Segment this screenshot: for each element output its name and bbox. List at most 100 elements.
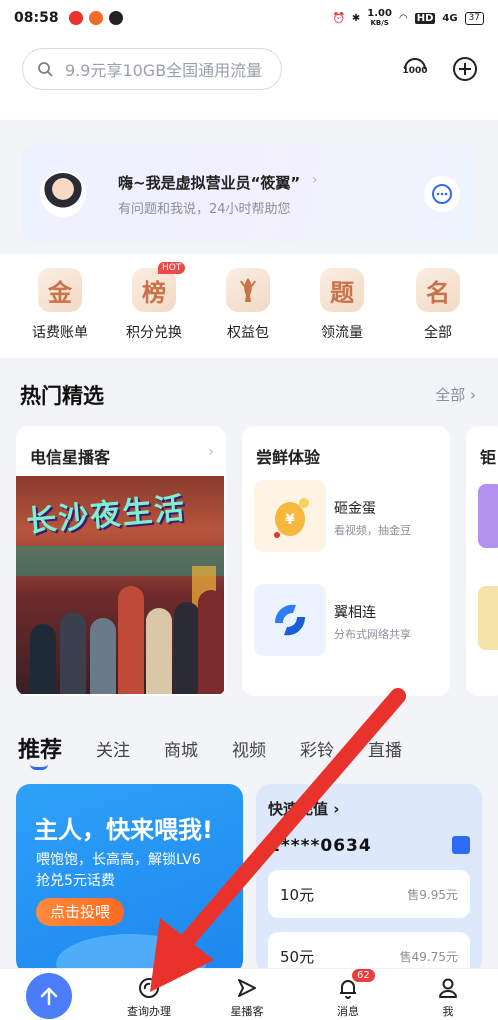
golden-egg-icon: ¥ <box>254 480 326 552</box>
notification-icons <box>68 11 123 25</box>
nav-messages[interactable]: 62 消息 <box>308 969 388 1019</box>
poster-person <box>30 624 56 694</box>
promo-card[interactable]: 主人，快来喂我! 喂饱饱，长高高，解锁LV6 抢兑5元话费 点击投喂 <box>16 784 243 974</box>
nav-podcast[interactable]: 星播客 <box>207 973 287 1019</box>
feed-button[interactable]: 点击投喂 <box>36 898 125 926</box>
hot-picks-section: 热门精选 全部 › 电信星播客 › 长沙夜生活 尝鲜体验 ¥ 砸金蛋 看视频，抽… <box>0 358 498 710</box>
tab-follow[interactable]: 关注 <box>96 736 130 761</box>
bill-icon: 金 <box>38 268 82 312</box>
nav-query[interactable]: 查询办理 <box>109 973 189 1019</box>
quick-recharge-card[interactable]: 快速充值 › 1****0634 10元 售9.95元 50元 售49.75元 <box>256 784 482 974</box>
network-speed-unit: KB/S <box>370 18 389 27</box>
assistant-subtitle: 有问题和我说，24小时帮助您 <box>118 202 291 217</box>
user-icon <box>408 973 488 1003</box>
app-header: 9.9元享10GB全国通用流量 1000 <box>0 36 498 120</box>
podcast-card[interactable]: 电信星播客 › 长沙夜生活 <box>16 426 226 696</box>
message-count-badge: 62 <box>352 969 375 982</box>
system-indicators: ⏰ ✱ 1.00 KB/S ◠ HD 4G 37 <box>332 7 484 28</box>
tab-recommend[interactable]: 推荐 <box>18 732 62 764</box>
virtual-assistant-card[interactable]: 嗨~我是虚拟营业员“筱翼” › 有问题和我说，24小时帮助您 <box>22 144 476 242</box>
quick-link-all[interactable]: 名 全部 <box>398 268 478 342</box>
status-time: 08:58 <box>14 10 59 26</box>
card-thumb <box>478 586 498 650</box>
quick-link-label: 领流量 <box>321 325 363 341</box>
nav-me[interactable]: 我 <box>408 973 488 1019</box>
recharge-title-text: 快速充值 <box>268 800 329 818</box>
poster-person <box>118 586 144 694</box>
battery-icon: 37 <box>464 11 484 25</box>
assistant-title: 嗨~我是虚拟营业员“筱翼” <box>118 174 301 192</box>
poster-person <box>198 590 224 694</box>
data-icon: 题 <box>320 268 364 312</box>
recharge-amount: 10元 <box>280 886 315 904</box>
app-notification-icon <box>68 11 83 25</box>
search-icon <box>109 973 189 1003</box>
quick-link-benefits[interactable]: 权益包 <box>208 268 288 342</box>
poster-person <box>146 608 172 694</box>
app-notification-icon <box>88 11 103 25</box>
alarm-icon: ⏰ <box>332 12 345 24</box>
tab-ringtone[interactable]: 彩铃 <box>300 736 334 761</box>
hd-icon: HD <box>414 12 436 24</box>
trial-item-yixianglian[interactable]: 翼相连 分布式网络共享 <box>254 584 450 658</box>
assistant-avatar <box>40 171 86 217</box>
bell-icon <box>308 973 388 1003</box>
contacts-icon[interactable] <box>452 836 470 854</box>
section-title: 热门精选 <box>20 384 104 408</box>
svg-text:1000: 1000 <box>402 66 427 76</box>
network-speed-value: 1.00 <box>367 7 392 19</box>
trial-item-name: 翼相连 <box>334 605 376 621</box>
trial-item-golden-egg[interactable]: ¥ 砸金蛋 看视频，抽金豆 <box>254 480 450 554</box>
quick-links: 金 话费账单 榜 HOT 积分兑换 权益包 题 领流量 名 全部 <box>0 254 498 358</box>
podcast-poster[interactable]: 长沙夜生活 <box>16 476 224 694</box>
quick-link-data[interactable]: 题 领流量 <box>302 268 382 342</box>
search-placeholder: 9.9元享10GB全国通用流量 <box>65 61 263 80</box>
tab-video[interactable]: 视频 <box>232 736 266 761</box>
search-input[interactable]: 9.9元享10GB全国通用流量 <box>22 48 282 90</box>
status-bar: 08:58 ⏰ ✱ 1.00 KB/S ◠ HD 4G 37 <box>0 0 498 36</box>
quick-link-label: 全部 <box>424 325 452 341</box>
promo-title: 主人，快来喂我! <box>34 816 213 844</box>
poster-person <box>60 612 86 694</box>
bluetooth-icon: ✱ <box>351 12 361 24</box>
play-icon <box>207 973 287 1003</box>
search-icon <box>38 62 53 77</box>
recharge-price: 售49.75元 <box>399 950 458 964</box>
see-all-link[interactable]: 全部 › <box>435 384 476 405</box>
chat-bubble-icon[interactable] <box>424 176 460 212</box>
card-title: 尝鲜体验 <box>256 448 321 467</box>
tab-active-indicator <box>30 764 48 770</box>
quick-link-label: 权益包 <box>227 325 269 341</box>
network-share-icon <box>254 584 326 656</box>
tab-mall[interactable]: 商城 <box>164 736 198 761</box>
arrow-up-icon <box>40 987 58 1006</box>
chevron-right-icon: › <box>312 172 318 188</box>
recharge-option[interactable]: 10元 售9.95元 <box>268 870 470 918</box>
poster-person <box>90 618 116 694</box>
quick-link-label: 话费账单 <box>32 325 88 341</box>
nav-label: 消息 <box>337 1005 359 1018</box>
tab-live[interactable]: 直播 <box>368 736 402 761</box>
plus-circle-icon[interactable] <box>450 54 480 84</box>
bottom-nav: 查询办理 星播客 62 消息 我 <box>0 968 498 1020</box>
card-title: 电信星播客 <box>30 448 111 467</box>
trial-item-desc: 分布式网络共享 <box>334 628 411 641</box>
recharge-title: 快速充值 › <box>268 800 340 818</box>
card-thumb <box>478 484 498 548</box>
poster-title: 长沙夜生活 <box>25 491 188 540</box>
nav-label: 我 <box>442 1005 454 1018</box>
svg-text:¥: ¥ <box>285 512 295 528</box>
quick-link-bill[interactable]: 金 话费账单 <box>20 268 100 342</box>
back-to-top-button[interactable] <box>26 973 72 1019</box>
network-speed: 1.00 KB/S <box>367 7 392 28</box>
recharge-price: 售9.95元 <box>407 888 458 902</box>
phone-number: 1****0634 <box>268 836 372 856</box>
trial-item-desc: 看视频，抽金豆 <box>334 524 411 537</box>
partial-card[interactable]: 钜 <box>466 426 498 696</box>
promo-text: 喂饱饱，长高高，解锁LV6 抢兑5元话费 <box>36 850 236 892</box>
customer-service-icon[interactable]: 1000 <box>400 54 430 84</box>
poster-person <box>174 602 200 694</box>
promo-line: 抢兑5元话费 <box>36 873 115 889</box>
trial-card[interactable]: 尝鲜体验 ¥ 砸金蛋 看视频，抽金豆 翼相连 分布式网络共享 <box>242 426 450 696</box>
quick-link-points[interactable]: 榜 HOT 积分兑换 <box>114 262 194 342</box>
